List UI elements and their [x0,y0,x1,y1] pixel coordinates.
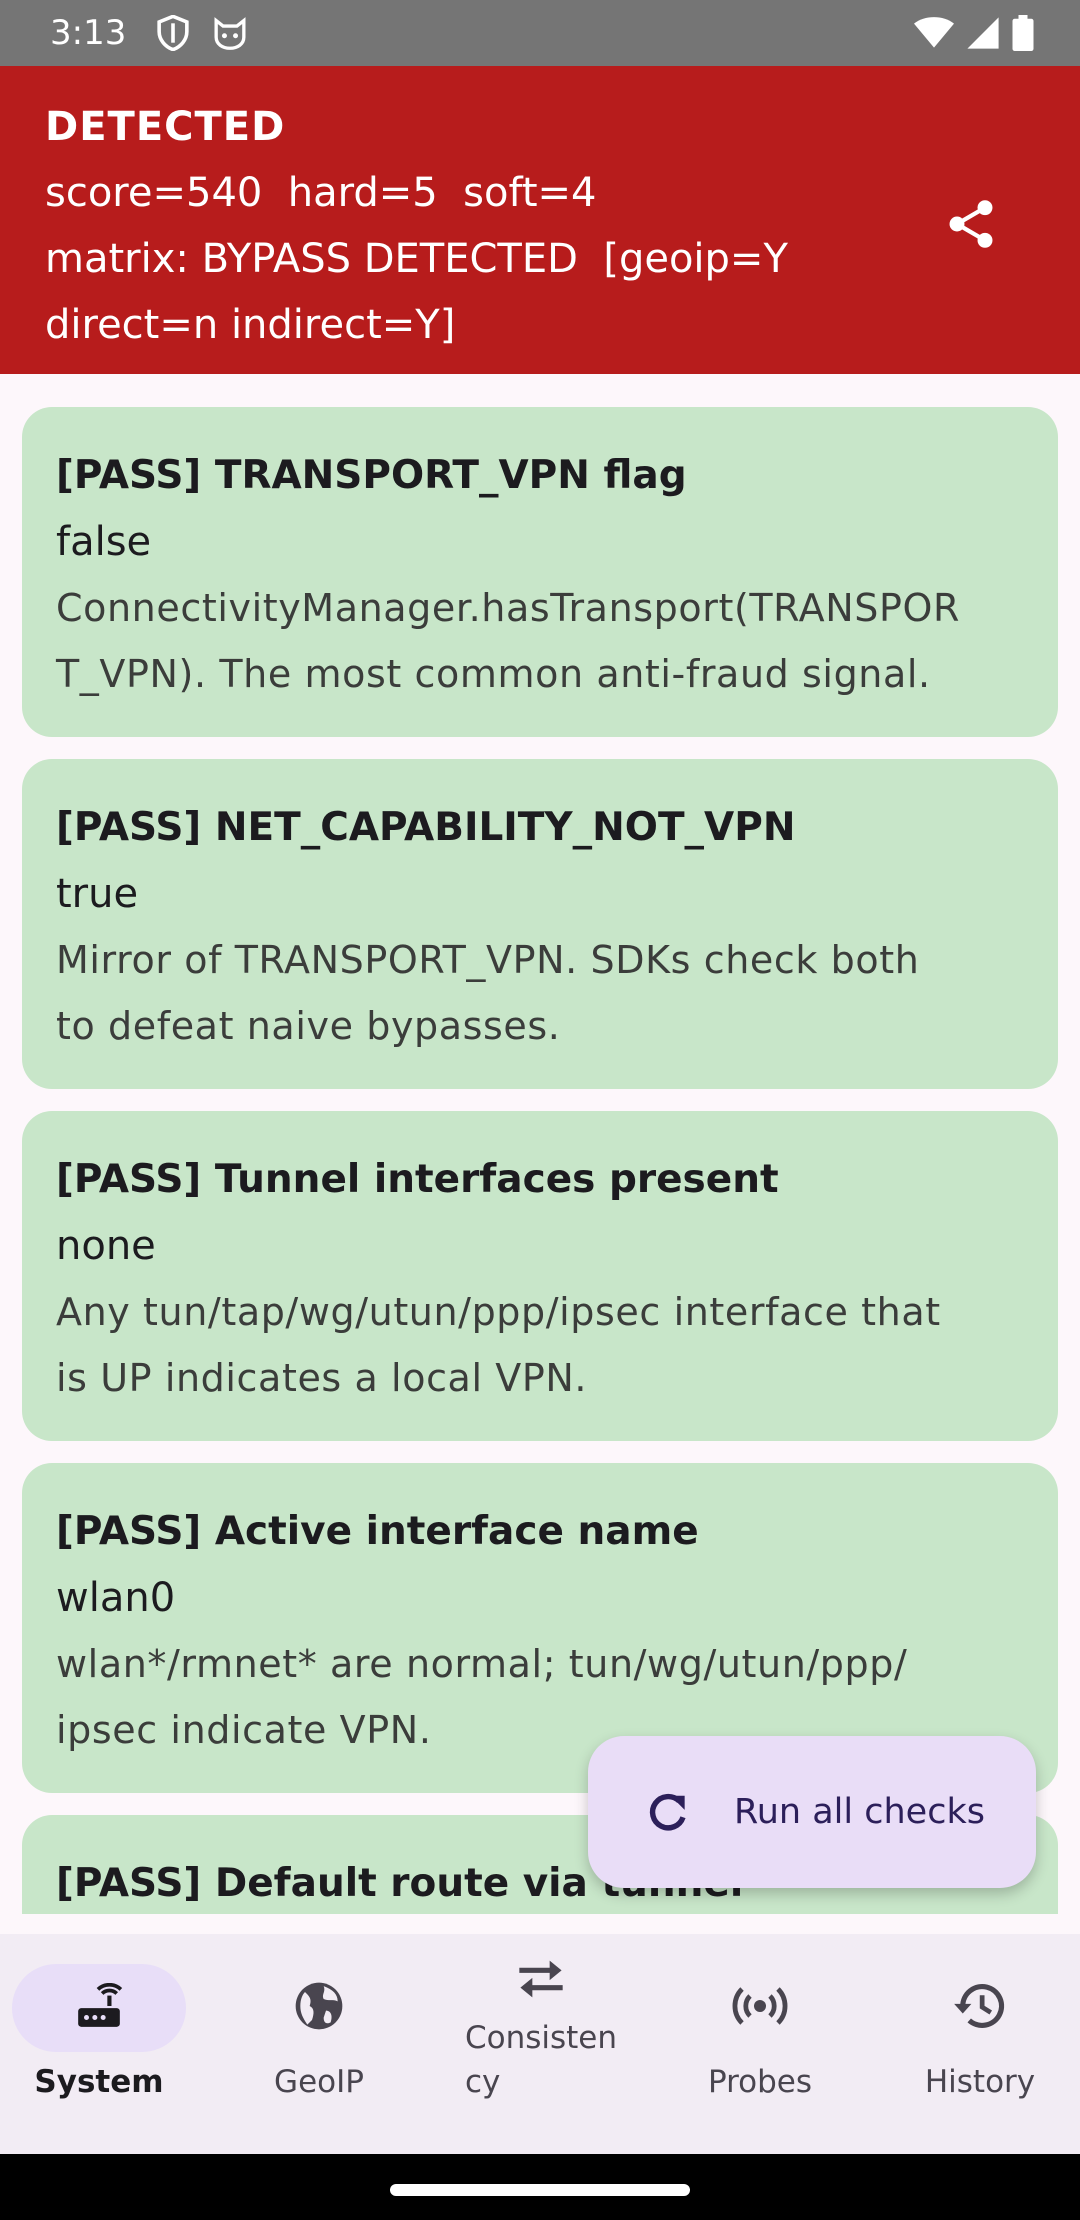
nav-pill [12,1964,186,2052]
gesture-navigation-bar [0,2154,1080,2220]
run-all-checks-label: Run all checks [734,1792,985,1832]
nav-item-geoip[interactable]: GeoIP [232,1934,406,2154]
share-button[interactable] [936,186,1006,266]
nav-label: GeoIP [274,2064,364,2100]
home-handle[interactable] [390,2184,690,2196]
nav-label-line: cy [464,2064,501,2100]
nav-label-line: Consisten [464,2020,618,2056]
card-title: [PASS] NET_CAPABILITY_NOT_VPN [56,805,796,850]
broadcast-icon [730,1986,790,2031]
nav-label: System [34,2064,164,2100]
result-card[interactable]: [PASS] TRANSPORT_VPN flag false Connecti… [22,407,1058,737]
signal-icon [966,16,1000,50]
status-bar: 3:13 [0,0,1080,66]
card-description: to defeat naive bypasses. [56,1004,561,1048]
nav-label: Probes [707,2064,813,2100]
nav-pill [893,1964,1067,2052]
card-value: none [56,1223,156,1269]
banner-title: DETECTED [45,104,286,150]
cat-face-icon [212,16,248,50]
banner-matrix-line1: matrix: BYPASS DETECTED [geoip=Y [45,236,788,282]
battery-icon [1012,15,1034,51]
card-title: [PASS] TRANSPORT_VPN flag [56,453,687,498]
swap-arrows-icon [515,1957,567,2006]
card-value: wlan0 [56,1575,176,1621]
refresh-icon [638,1782,698,1842]
nav-item-history[interactable]: History [893,1934,1067,2154]
shield-icon [156,15,190,51]
card-description: ConnectivityManager.hasTransport(TRANSPO… [56,586,961,630]
card-description: wlan*/rmnet* are normal; tun/wg/utun/ppp… [56,1642,908,1686]
card-value: false [56,519,152,565]
nav-label: Consisten cy [465,2016,617,2104]
wifi-icon [914,17,954,49]
card-description: Any tun/tap/wg/utun/ppp/ipsec interface … [56,1290,941,1334]
card-title: [PASS] Active interface name [56,1509,699,1554]
nav-label: History [924,2064,1036,2100]
globe-icon [291,1978,347,2039]
card-value: true [56,871,139,917]
share-icon [943,195,999,258]
status-time: 3:13 [50,13,127,53]
card-description: T_VPN). The most common anti-fraud signa… [56,652,931,696]
bottom-navigation: System GeoIP Consisten cy Probes History [0,1934,1080,2154]
banner-score: score=540 hard=5 soft=4 [45,170,597,216]
card-description: is UP indicates a local VPN. [56,1356,588,1400]
banner-matrix-line2: direct=n indirect=Y] [45,302,456,348]
card-description: Mirror of TRANSPORT_VPN. SDKs check both [56,938,920,982]
nav-pill [673,1964,847,2052]
router-icon [74,1982,124,2034]
history-icon [952,1980,1008,2037]
detection-banner: DETECTED score=540 hard=5 soft=4 matrix:… [0,66,1080,374]
nav-item-probes[interactable]: Probes [673,1934,847,2154]
nav-pill [454,1944,628,2018]
nav-pill [232,1964,406,2052]
result-card[interactable]: [PASS] Tunnel interfaces present none An… [22,1111,1058,1441]
card-title: [PASS] Tunnel interfaces present [56,1157,779,1202]
nav-item-system[interactable]: System [12,1934,186,2154]
nav-item-consistency[interactable]: Consisten cy [446,1934,636,2154]
result-card[interactable]: [PASS] NET_CAPABILITY_NOT_VPN true Mirro… [22,759,1058,1089]
run-all-checks-button[interactable]: Run all checks [588,1736,1036,1888]
results-list[interactable]: [PASS] TRANSPORT_VPN flag false Connecti… [0,374,1080,1914]
